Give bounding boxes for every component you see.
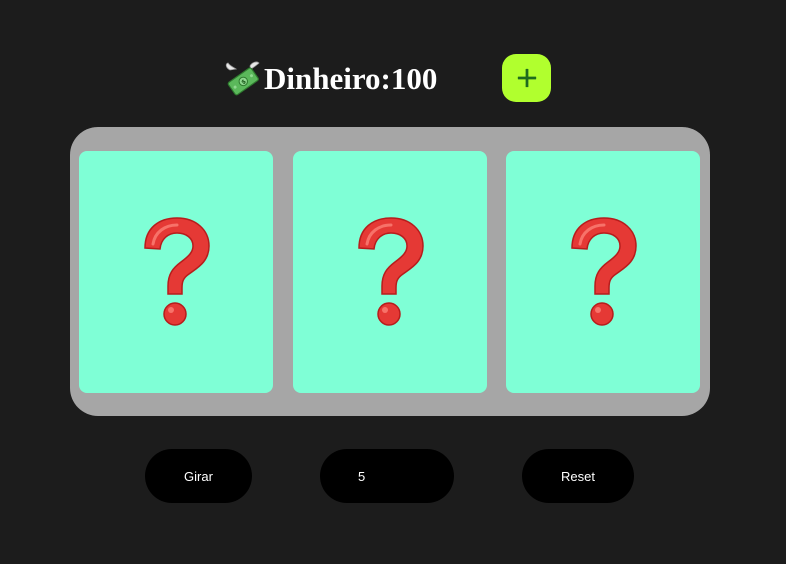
spin-button[interactable]: Girar: [145, 449, 252, 503]
slot-machine: [70, 127, 710, 416]
header: $ Dinheiro: 100: [0, 54, 786, 104]
plus-icon: [517, 68, 536, 88]
money-label: Dinheiro:: [264, 61, 391, 96]
add-money-button[interactable]: [502, 54, 551, 102]
money-with-wings-icon: $: [224, 60, 262, 98]
slot-reel-1: [79, 151, 273, 393]
money-value: 100: [390, 61, 438, 96]
question-mark-icon: [571, 217, 637, 326]
question-mark-icon: [358, 217, 424, 326]
controls: Girar Reset: [0, 449, 786, 503]
slot-reel-3: [506, 151, 700, 393]
bet-amount-input[interactable]: [320, 449, 454, 503]
question-mark-icon: [144, 217, 210, 326]
reset-button[interactable]: Reset: [522, 449, 634, 503]
money-display: $ Dinheiro: 100: [224, 60, 437, 98]
slot-reel-2: [293, 151, 487, 393]
